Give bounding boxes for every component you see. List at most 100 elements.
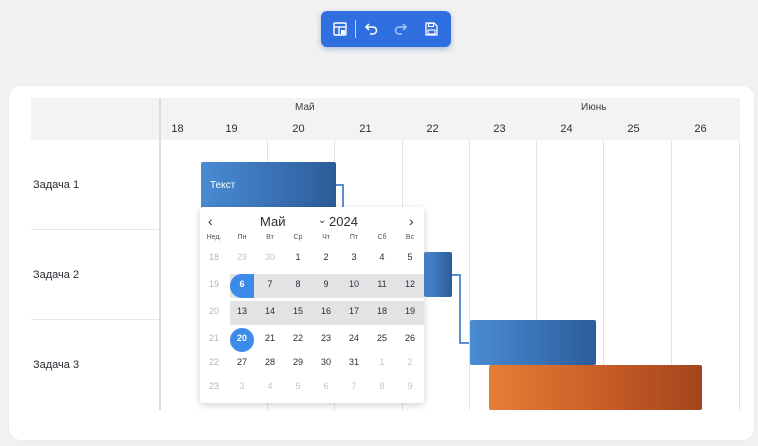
weekday-header: Нед. Пн Вт Ср Чт Пт Сб Вс <box>200 234 424 246</box>
day-label: 26 <box>694 123 707 135</box>
calendar-day[interactable]: 2 <box>312 252 340 266</box>
dependency-arrow <box>459 274 461 343</box>
calendar-day[interactable]: 12 <box>396 279 424 293</box>
calendar-day[interactable]: 29 <box>228 252 256 266</box>
next-month-button[interactable]: › <box>409 213 414 229</box>
gantt-toolbar <box>321 11 451 47</box>
calendar-day[interactable]: 31 <box>340 357 368 371</box>
calendar-day[interactable]: 25 <box>368 333 396 347</box>
calendar-week-row: 19 6 7 8 9 10 11 12 <box>200 274 424 298</box>
calendar-day[interactable]: 7 <box>256 279 284 293</box>
day-label: 22 <box>426 123 439 135</box>
task-bar-text: Текст <box>210 180 236 191</box>
week-number: 21 <box>208 333 219 343</box>
calendar-day[interactable]: 2 <box>396 357 424 371</box>
calendar-day[interactable]: 5 <box>284 381 312 395</box>
calendar-day[interactable]: 4 <box>256 381 284 395</box>
calendar-day[interactable]: 28 <box>256 357 284 371</box>
calendar-week-row: 22 27 28 29 30 31 1 2 <box>200 352 424 376</box>
month-select[interactable]: Май <box>260 214 285 229</box>
task-label-2: Задача 2 <box>33 269 80 281</box>
weekday-label: Чт <box>322 234 330 241</box>
calendar-day[interactable]: 18 <box>368 306 396 320</box>
redo-icon[interactable] <box>390 18 412 40</box>
task-label-1: Задача 1 <box>33 179 80 191</box>
undo-icon[interactable] <box>360 18 382 40</box>
calendar-day[interactable]: 30 <box>256 252 284 266</box>
calendar-day[interactable]: 29 <box>284 357 312 371</box>
week-number: 20 <box>208 306 219 316</box>
calendar-day[interactable]: 4 <box>368 252 396 266</box>
day-label: 20 <box>292 123 305 135</box>
dependency-arrow <box>459 342 469 344</box>
calendar-day[interactable]: 15 <box>284 306 312 320</box>
calendar-day[interactable]: 9 <box>312 279 340 293</box>
task-column-divider <box>159 98 161 410</box>
year-label[interactable]: 2024 <box>329 214 358 229</box>
day-label: 19 <box>225 123 238 135</box>
day-label: 21 <box>359 123 372 135</box>
weekday-label: Пт <box>349 234 359 241</box>
calendar-day[interactable]: 17 <box>340 306 368 320</box>
calendar-day[interactable]: 16 <box>312 306 340 320</box>
calendar-day[interactable]: 6 <box>312 381 340 395</box>
calendar-day[interactable]: 3 <box>228 381 256 395</box>
week-number: 23 <box>208 381 219 391</box>
calendar-day[interactable]: 14 <box>256 306 284 320</box>
calendar-day[interactable]: 30 <box>312 357 340 371</box>
task-bar-3[interactable] <box>470 320 596 365</box>
day-label: 25 <box>627 123 640 135</box>
weekday-label: Вс <box>405 234 415 241</box>
date-picker: ‹ Май ⌄ 2024 › Нед. Пн Вт Ср Чт Пт Сб Вс… <box>200 207 424 403</box>
calendar-day[interactable]: 1 <box>284 252 312 266</box>
grid-line <box>469 140 470 410</box>
calendar-day-selected-end[interactable]: 20 <box>228 333 256 347</box>
calendar-week-row: 20 13 14 15 16 17 18 19 <box>200 301 424 325</box>
row-divider <box>31 229 159 230</box>
weekday-label: Нед. <box>206 234 222 241</box>
calendar-week-row: 23 3 4 5 6 7 8 9 <box>200 376 424 400</box>
calendar-day[interactable]: 8 <box>368 381 396 395</box>
day-label: 24 <box>560 123 573 135</box>
calendar-day[interactable]: 10 <box>340 279 368 293</box>
calendar-day[interactable]: 7 <box>340 381 368 395</box>
calendar-day[interactable]: 8 <box>284 279 312 293</box>
task-label-3: Задача 3 <box>33 359 80 371</box>
month-header-row: Май Июнь <box>161 98 740 119</box>
weekday-label: Сб <box>377 234 387 241</box>
calendar-day[interactable]: 22 <box>284 333 312 347</box>
calendar-day[interactable]: 26 <box>396 333 424 347</box>
week-number: 19 <box>208 279 219 289</box>
calendar-day[interactable]: 24 <box>340 333 368 347</box>
chevron-down-icon[interactable]: ⌄ <box>318 215 326 226</box>
calendar-day[interactable]: 21 <box>256 333 284 347</box>
month-label-may: Май <box>295 102 315 113</box>
calendar-day[interactable]: 9 <box>396 381 424 395</box>
calendar-day[interactable]: 19 <box>396 306 424 320</box>
date-picker-header: ‹ Май ⌄ 2024 › <box>200 213 424 231</box>
row-divider <box>31 319 159 320</box>
calendar-week-row: 21 20 21 22 23 24 25 26 <box>200 328 424 352</box>
grid-line <box>739 140 740 410</box>
calendar-day[interactable]: 23 <box>312 333 340 347</box>
task-bar-2[interactable] <box>424 252 452 297</box>
month-label-june: Июнь <box>581 102 607 113</box>
calendar-day[interactable]: 3 <box>340 252 368 266</box>
day-label: 23 <box>493 123 506 135</box>
task-bar-4[interactable] <box>489 365 702 410</box>
calendar-day[interactable]: 27 <box>228 357 256 371</box>
calendar-day[interactable]: 13 <box>228 306 256 320</box>
table-layout-icon[interactable] <box>329 18 351 40</box>
calendar-day[interactable]: 11 <box>368 279 396 293</box>
calendar-day[interactable]: 1 <box>368 357 396 371</box>
weekday-label: Пн <box>237 234 247 241</box>
task-column-header <box>31 98 159 140</box>
calendar-day[interactable]: 5 <box>396 252 424 266</box>
week-number: 22 <box>208 357 219 367</box>
calendar-week-row: 18 29 30 1 2 3 4 5 <box>200 247 424 271</box>
save-icon[interactable] <box>420 18 442 40</box>
weekday-label: Вт <box>266 234 274 241</box>
week-number: 18 <box>208 252 219 262</box>
prev-month-button[interactable]: ‹ <box>208 213 213 229</box>
calendar-day-selected-start[interactable]: 6 <box>228 279 256 293</box>
